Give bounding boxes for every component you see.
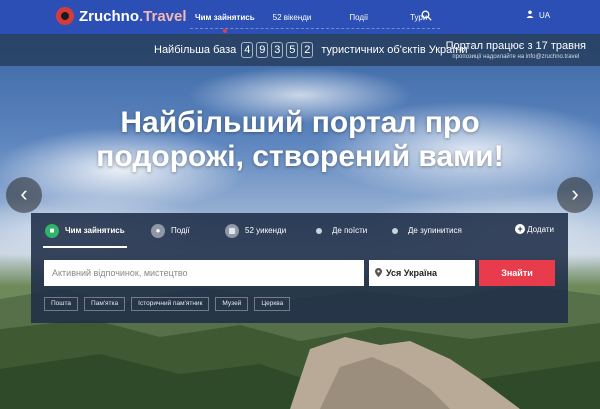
counter-digit: 3 (271, 42, 284, 58)
logo-text: Zruchno.Travel (79, 8, 187, 25)
active-tab-indicator (43, 246, 127, 248)
category-chips: Пошта Пам'ятка Історичний пам'ятник Музе… (44, 297, 296, 311)
tab-stay[interactable]: Де зупинитися (392, 213, 462, 248)
location-value: Уся Україна (386, 268, 438, 278)
dot-icon (392, 227, 398, 234)
tab-label: Де поїсти (332, 226, 368, 235)
tab-label: Чим зайнятись (65, 226, 125, 235)
tab-label: Де зупинитися (408, 226, 462, 235)
portal-launch-date: Портал працює з 17 травня (445, 40, 586, 52)
chip-historical-monument[interactable]: Історичний пам'ятник (131, 297, 210, 311)
add-label: Додати (527, 224, 554, 234)
nav-item-activities[interactable]: Чим зайнятись (195, 13, 255, 33)
logo-icon (56, 7, 74, 25)
chip-landmark[interactable]: Пам'ятка (84, 297, 126, 311)
add-button[interactable]: + Додати (515, 224, 554, 234)
plus-icon: + (515, 224, 526, 234)
chevron-right-icon: › (571, 181, 579, 206)
tab-label: 52 уикенди (245, 226, 287, 235)
language-switch[interactable]: UA (526, 10, 550, 20)
counter-digit: 9 (256, 42, 269, 58)
location-pin-icon (375, 267, 382, 279)
language-label: UA (539, 10, 551, 20)
search-input[interactable] (44, 260, 364, 286)
objects-counter: Найбільша база 4 9 3 5 2 туристичних об'… (154, 42, 468, 58)
counter-prefix: Найбільша база (154, 44, 237, 56)
counter-digit: 4 (241, 42, 254, 58)
counter-digits: 4 9 3 5 2 (241, 42, 316, 58)
carousel-next-button[interactable]: › (557, 177, 593, 213)
user-icon (526, 10, 534, 20)
stats-bar: Найбільша база 4 9 3 5 2 туристичних об'… (0, 34, 600, 66)
search-tabs: ■ Чим зайнятись ● Події ▦ 52 уикенди Де … (31, 213, 568, 248)
dot-icon (316, 227, 322, 234)
chip-museum[interactable]: Музей (215, 297, 249, 311)
site-logo[interactable]: Zruchno.Travel (56, 6, 187, 26)
counter-digit: 5 (286, 42, 299, 58)
tab-food[interactable]: Де поїсти (316, 213, 367, 248)
chevron-left-icon: ‹ (20, 181, 28, 206)
find-button[interactable]: Знайти (479, 260, 555, 286)
counter-digit: 2 (301, 42, 314, 58)
logo-accent-text: .Travel (139, 7, 187, 25)
tab-activities[interactable]: ■ Чим зайнятись (45, 213, 125, 248)
chip-church[interactable]: Церква (254, 297, 291, 311)
portal-contact: пропозиції надсилайте на info@zruchno.tr… (452, 54, 580, 60)
carousel-prev-button[interactable]: ‹ (6, 177, 42, 213)
portal-info: Портал працює з 17 травня пропозиції над… (446, 40, 586, 60)
nav-item-weekends[interactable]: 52 вікенди (273, 13, 312, 22)
hero-headline: Найбільший портал про подорожі, створени… (96, 106, 504, 173)
location-select[interactable]: Уся Україна (369, 260, 475, 286)
tab-weekends[interactable]: ▦ 52 уикенди (225, 213, 286, 248)
top-navbar: Zruchno.Travel Чим зайнятись 52 вікенди … (0, 0, 600, 34)
main-nav: Чим зайнятись 52 вікенди Події Тури (195, 0, 445, 34)
camera-icon: ■ (45, 223, 59, 238)
nav-item-events[interactable]: Події (349, 13, 368, 22)
logo-main-text: Zruchno (79, 7, 139, 25)
tab-events[interactable]: ● Події (151, 213, 190, 248)
tab-label: Події (171, 226, 190, 235)
chip-mail[interactable]: Пошта (44, 297, 79, 311)
search-icon[interactable] (421, 10, 433, 22)
person-icon: ● (151, 223, 165, 238)
calendar-icon: ▦ (225, 223, 239, 238)
search-panel: ■ Чим зайнятись ● Події ▦ 52 уикенди Де … (31, 213, 568, 323)
